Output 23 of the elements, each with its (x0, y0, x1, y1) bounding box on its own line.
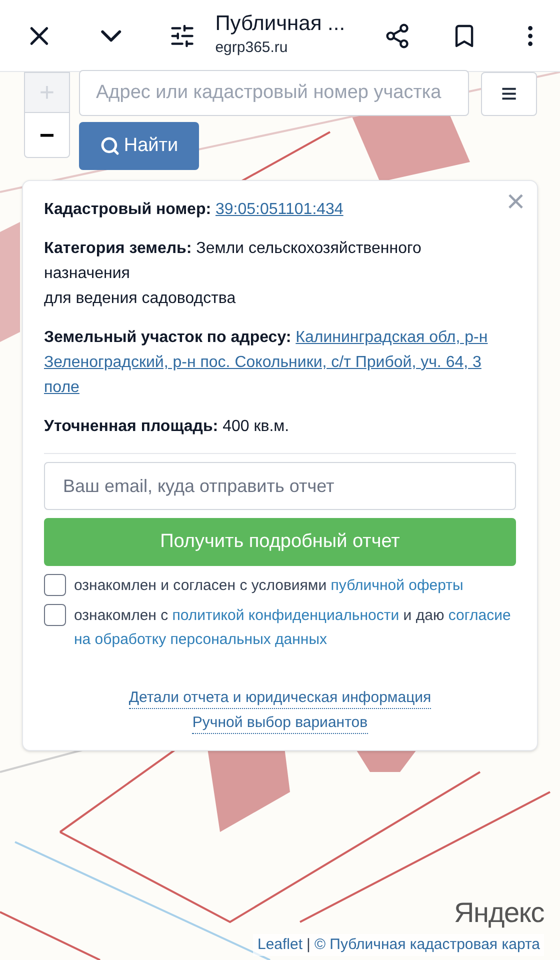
field-value: для ведения садоводства (44, 289, 237, 309)
page-url: egrp365.ru (215, 38, 289, 58)
agreement-text: ознакомлен с политикой конфиденциальности и даю согласие на обработку персональных данных (74, 606, 512, 650)
logo: Яндекс (454, 896, 544, 930)
footer-link[interactable]: Ручной выбор вариантов (192, 713, 368, 734)
find-button[interactable]: Найти (79, 122, 199, 170)
page-title: Публичная ... (215, 11, 346, 38)
checkbox[interactable] (44, 574, 66, 596)
footer-link[interactable]: Детали отчета и юридическая информация (128, 688, 432, 709)
agreement-text: ознакомлен и согласен с условиями публичной оферты (74, 576, 464, 596)
field-text: Уточненная площадь: 400 кв.м. (44, 417, 290, 437)
email-field[interactable]: Ваш email, куда отправить отчет (44, 462, 516, 510)
share-icon[interactable] (384, 22, 411, 50)
field-text: Земельный участок по адресу: Калининградская обл, р-н Зеленоградский, р-н пос. Сокольники, с/т Прибой, уч. 64, 3 поле (44, 328, 489, 398)
checkbox[interactable] (44, 604, 66, 626)
zoom-out-button[interactable]: − (25, 113, 69, 157)
separator: | (306, 934, 310, 954)
attribution-link[interactable]: © Публичная кадастровая карта (314, 934, 540, 956)
field-text: Кадастровый номер: 39:05:051101:434 (44, 200, 344, 220)
search-icon (100, 136, 120, 156)
menu-button[interactable]: ≡ (481, 72, 537, 116)
search-field[interactable]: Адрес или кадастровый номер участка (79, 70, 469, 116)
leaflet-link[interactable]: Leaflet (257, 934, 303, 956)
